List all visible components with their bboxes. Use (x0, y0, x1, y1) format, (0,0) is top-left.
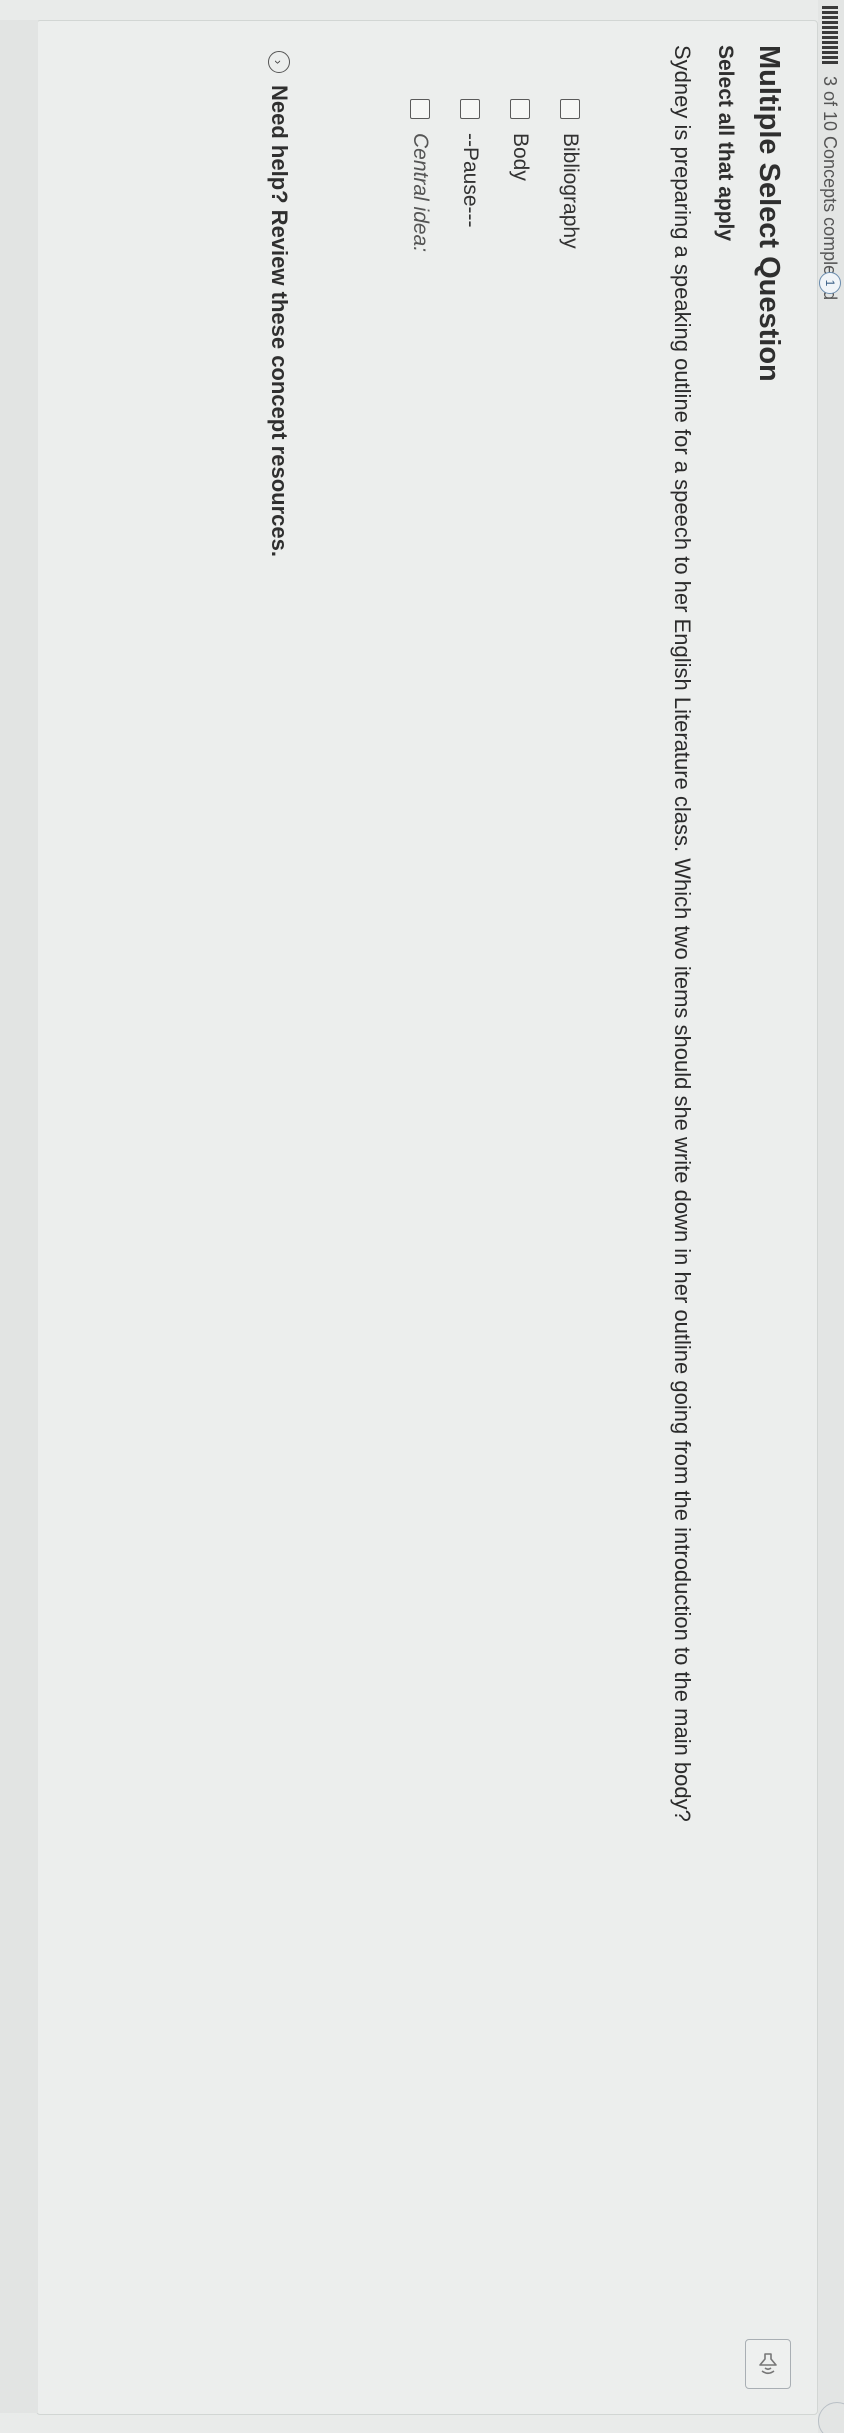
progress-badge[interactable]: 1 (819, 272, 841, 294)
help-text[interactable]: Need help? Review these concept resource… (266, 85, 292, 557)
help-link[interactable]: › Need help? Review these concept resour… (266, 51, 292, 557)
option-checkbox[interactable] (410, 99, 430, 119)
answer-options: Bibliography Body --Pause--- Central ide… (385, 99, 585, 252)
option-checkbox[interactable] (510, 99, 530, 119)
read-aloud-button[interactable] (745, 2339, 791, 2389)
option-label: Body (509, 133, 532, 181)
option-label: --Pause--- (459, 133, 482, 228)
option-label: Bibliography (559, 133, 582, 249)
speaker-icon (759, 2353, 777, 2375)
bottom-strip (0, 20, 38, 2413)
option-pause[interactable]: --Pause--- (455, 99, 485, 252)
chevron-circle-icon: › (268, 51, 290, 73)
option-central-idea[interactable]: Central idea: (405, 99, 435, 252)
option-bibliography[interactable]: Bibliography (555, 99, 585, 252)
progress-ticks (822, 6, 838, 66)
option-body[interactable]: Body (505, 99, 535, 252)
progress-text: 3 of 10 Concepts completed (820, 76, 840, 301)
menu-circle-icon[interactable] (818, 2402, 844, 2433)
option-label: Central idea: (409, 133, 432, 253)
option-checkbox[interactable] (560, 99, 580, 119)
question-instruction: Select all that apply (714, 45, 737, 242)
option-checkbox[interactable] (460, 99, 480, 119)
question-type-title: Multiple Select Question (753, 45, 785, 382)
question-card: Multiple Select Question Select all that… (36, 20, 818, 2415)
question-text: Sydney is preparing a speaking outline f… (670, 45, 695, 1822)
progress-bar: 3 of 10 Concepts completed 1 (818, 0, 844, 2433)
page: 3 of 10 Concepts completed 1 Multiple Se… (0, 0, 844, 2433)
